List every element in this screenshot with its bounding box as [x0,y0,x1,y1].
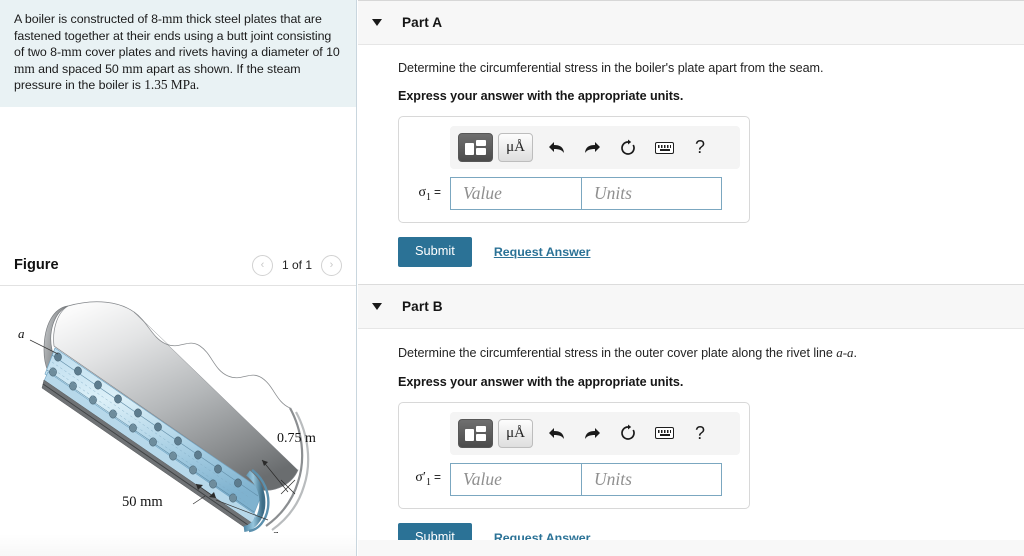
value-input-a[interactable]: Value [450,177,582,210]
variable-symbol-b: σ [415,470,423,486]
answer-box-a: μÅ ? σ1 = Value Units [398,116,750,223]
chevron-left-icon[interactable]: ‹ [251,254,273,276]
answer-box-b: μÅ ? σ′1 = Value Units [398,401,750,509]
answer-input-row-a: σ1 = Value Units [408,177,740,210]
math-toolbar-a: μÅ ? [450,126,740,169]
figure-header: Figure ‹ 1 of 1 › [0,247,356,283]
redo-icon[interactable] [574,418,610,448]
figure-label-a-bottom: a [272,526,279,533]
figure-image: a a 0.75 m 50 mm [0,288,356,541]
spacing-leader [192,495,206,505]
part-header-a[interactable]: Part A [358,0,1024,45]
figure-radius-label: 0.75 m [277,431,316,446]
variable-sub-b: 1 [425,477,431,489]
keyboard-icon[interactable] [646,133,682,163]
units-button[interactable]: μÅ [498,133,533,162]
part-prompt-a-text: Determine the circumferential stress in … [398,61,824,75]
problem-statement-panel: A boiler is constructed of 8-mm thick st… [0,0,356,107]
figure-spacing-label: 50 mm [122,494,163,510]
reset-icon[interactable] [610,418,646,448]
figure-pager: ‹ 1 of 1 › [251,254,342,276]
part-header-b[interactable]: Part B [358,283,1024,329]
figure-divider [0,285,356,286]
units-input-a[interactable]: Units [582,177,722,210]
part-prompt-a: Determine the circumferential stress in … [398,61,1024,75]
variable-label-a: σ1 = [408,185,450,203]
undo-icon[interactable] [538,418,574,448]
part-prompt-b-after: . [853,345,857,360]
figure-label-a-top: a [18,326,25,341]
part-actions-a: Submit Request Answer [398,237,1024,267]
help-icon[interactable]: ? [682,133,718,163]
chevron-right-icon[interactable]: › [321,254,342,276]
request-answer-link-a[interactable]: Request Answer [494,245,591,259]
answer-input-row-b: σ′1 = Value Units [408,462,740,496]
caret-down-icon[interactable] [372,19,382,26]
figure-page-count: 1 of 1 [281,258,312,272]
variable-label-b: σ′1 = [408,470,450,488]
boiler-figure-svg: a a 0.75 m 50 mm [18,301,316,541]
part-title-b: Part B [402,298,443,314]
keyboard-icon[interactable] [646,418,682,448]
right-panel-bottom-strip [358,540,1024,556]
equals-sign-b: = [433,470,441,485]
part-prompt-b-italic: a-a [836,344,854,360]
value-input-b[interactable]: Value [450,462,582,496]
template-icon[interactable] [458,418,493,448]
equals-sign-a: = [433,184,441,199]
left-panel: A boiler is constructed of 8-mm thick st… [0,0,357,556]
undo-icon[interactable] [538,133,574,163]
left-panel-bottom-strip [0,534,356,556]
units-button[interactable]: μÅ [498,418,533,448]
part-express-b: Express your answer with the appropriate… [398,374,684,389]
part-title-a: Part A [402,15,443,30]
reset-icon[interactable] [610,133,646,163]
part-body-a: Determine the circumferential stress in … [358,45,1024,267]
part-prompt-b: Determine the circumferential stress in … [398,345,1024,361]
part-body-b: Determine the circumferential stress in … [358,329,1024,553]
caret-down-icon[interactable] [372,302,382,310]
units-input-b[interactable]: Units [582,462,722,496]
part-prompt-b-before: Determine the circumferential stress in … [398,345,837,360]
problem-statement-text: A boiler is constructed of 8-mm thick st… [14,11,340,93]
part-express-a: Express your answer with the appropriate… [398,89,684,103]
template-icon[interactable] [458,133,493,162]
right-panel: Part A Determine the circumferential str… [358,0,1024,556]
redo-icon[interactable] [574,133,610,163]
help-icon[interactable]: ? [682,418,718,448]
submit-button-a[interactable]: Submit [398,237,472,267]
figure-title: Figure [14,257,59,273]
math-toolbar-b: μÅ ? [450,411,740,455]
variable-symbol-a: σ [418,184,426,200]
variable-sub-a: 1 [425,191,431,203]
page-root: A boiler is constructed of 8-mm thick st… [0,0,1024,556]
